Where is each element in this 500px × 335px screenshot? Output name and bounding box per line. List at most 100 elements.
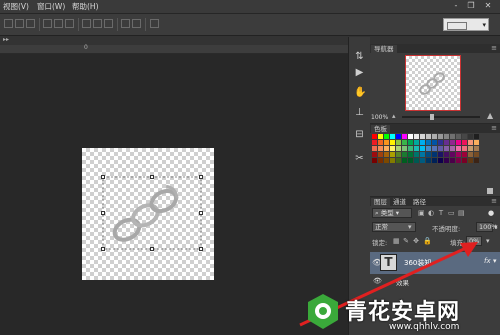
color-swatch[interactable]: [438, 134, 443, 139]
color-swatch[interactable]: [426, 152, 431, 157]
color-swatch[interactable]: [438, 152, 443, 157]
color-swatch[interactable]: [450, 146, 455, 151]
color-swatch[interactable]: [408, 152, 413, 157]
align-top-icon[interactable]: [4, 19, 13, 28]
color-swatch[interactable]: [474, 158, 479, 163]
color-swatch[interactable]: [426, 134, 431, 139]
color-swatch[interactable]: [450, 158, 455, 163]
color-swatch[interactable]: [432, 152, 437, 157]
color-swatch[interactable]: [420, 146, 425, 151]
color-swatch[interactable]: [456, 152, 461, 157]
align-center-icon[interactable]: [54, 19, 63, 28]
color-swatch[interactable]: [462, 152, 467, 157]
color-swatch[interactable]: [414, 152, 419, 157]
color-swatch[interactable]: [444, 134, 449, 139]
color-swatch[interactable]: [456, 146, 461, 151]
brush-presets-icon[interactable]: ✋: [354, 87, 366, 98]
color-swatch[interactable]: [450, 134, 455, 139]
color-swatch[interactable]: [462, 140, 467, 145]
color-swatch[interactable]: [378, 140, 383, 145]
color-swatch[interactable]: [402, 158, 407, 163]
tab-channels[interactable]: 通道: [390, 198, 409, 206]
minimize-button[interactable]: -: [449, 1, 463, 11]
panel-menu-icon[interactable]: ≡: [491, 44, 497, 52]
transform-handle[interactable]: [199, 175, 203, 179]
color-swatch[interactable]: [414, 158, 419, 163]
color-swatch[interactable]: [444, 152, 449, 157]
color-swatch[interactable]: [438, 158, 443, 163]
color-swatch[interactable]: [474, 134, 479, 139]
color-swatch[interactable]: [474, 152, 479, 157]
color-swatch[interactable]: [384, 158, 389, 163]
panel-menu-icon[interactable]: ≡: [491, 197, 497, 205]
color-swatch[interactable]: [396, 134, 401, 139]
color-swatch[interactable]: [378, 152, 383, 157]
filter-adjustment-icon[interactable]: ◐: [428, 210, 434, 217]
color-swatch[interactable]: [384, 140, 389, 145]
distribute-left-icon[interactable]: [121, 19, 130, 28]
color-swatch[interactable]: [444, 140, 449, 145]
color-swatch[interactable]: [420, 152, 425, 157]
color-swatch[interactable]: [372, 134, 377, 139]
color-swatch[interactable]: [384, 146, 389, 151]
color-swatch[interactable]: [432, 140, 437, 145]
color-swatch[interactable]: [402, 140, 407, 145]
color-swatch[interactable]: [426, 140, 431, 145]
color-swatch[interactable]: [396, 152, 401, 157]
navigator-thumbnail[interactable]: [405, 55, 461, 111]
transform-handle[interactable]: [101, 211, 105, 215]
color-swatch[interactable]: [384, 134, 389, 139]
transform-handle[interactable]: [199, 247, 203, 251]
color-swatch[interactable]: [378, 134, 383, 139]
color-swatch[interactable]: [402, 146, 407, 151]
color-swatch[interactable]: [372, 158, 377, 163]
color-swatch[interactable]: [474, 146, 479, 151]
color-swatch[interactable]: [414, 140, 419, 145]
tab-swatches[interactable]: 色板: [371, 125, 390, 133]
color-swatch[interactable]: [456, 140, 461, 145]
color-swatch[interactable]: [456, 158, 461, 163]
distribute-right-icon[interactable]: [132, 19, 141, 28]
color-swatch[interactable]: [396, 146, 401, 151]
color-swatch[interactable]: [408, 134, 413, 139]
color-swatch[interactable]: [408, 146, 413, 151]
filter-smart-object-icon[interactable]: ▤: [458, 210, 465, 217]
color-swatch[interactable]: [372, 146, 377, 151]
color-swatch[interactable]: [414, 146, 419, 151]
filter-toggle-icon[interactable]: ●: [488, 210, 494, 217]
actions-play-icon[interactable]: ▶: [354, 67, 365, 78]
color-swatch[interactable]: [462, 158, 467, 163]
color-swatch[interactable]: [468, 134, 473, 139]
color-swatch[interactable]: [462, 146, 467, 151]
color-swatch[interactable]: [420, 134, 425, 139]
color-swatch[interactable]: [444, 146, 449, 151]
color-swatch[interactable]: [402, 134, 407, 139]
color-swatch[interactable]: [378, 146, 383, 151]
history-icon[interactable]: ⇅: [354, 51, 365, 62]
align-left-icon[interactable]: [43, 19, 52, 28]
tab-paths[interactable]: 路径: [410, 198, 429, 206]
color-swatch[interactable]: [390, 134, 395, 139]
color-swatch[interactable]: [420, 158, 425, 163]
color-swatch[interactable]: [378, 158, 383, 163]
color-swatch[interactable]: [390, 140, 395, 145]
zoom-out-icon[interactable]: ▴: [392, 112, 396, 120]
color-swatch[interactable]: [426, 146, 431, 151]
close-button[interactable]: ✕: [481, 1, 495, 11]
color-swatch[interactable]: [468, 152, 473, 157]
color-swatch[interactable]: [432, 146, 437, 151]
workspace-select[interactable]: ▾: [443, 18, 489, 31]
color-swatch[interactable]: [450, 140, 455, 145]
color-swatch[interactable]: [468, 146, 473, 151]
color-swatch[interactable]: [372, 140, 377, 145]
auto-align-icon[interactable]: [150, 19, 159, 28]
color-swatch[interactable]: [396, 140, 401, 145]
tab-layers[interactable]: 图层: [371, 198, 390, 206]
color-swatch[interactable]: [384, 152, 389, 157]
menu-help[interactable]: 帮助(H): [72, 1, 99, 12]
color-swatch[interactable]: [438, 146, 443, 151]
color-swatch[interactable]: [408, 140, 413, 145]
panel-menu-icon[interactable]: ≡: [491, 124, 497, 132]
align-middle-icon[interactable]: [15, 19, 24, 28]
tab-navigator[interactable]: 导航器: [371, 45, 397, 53]
